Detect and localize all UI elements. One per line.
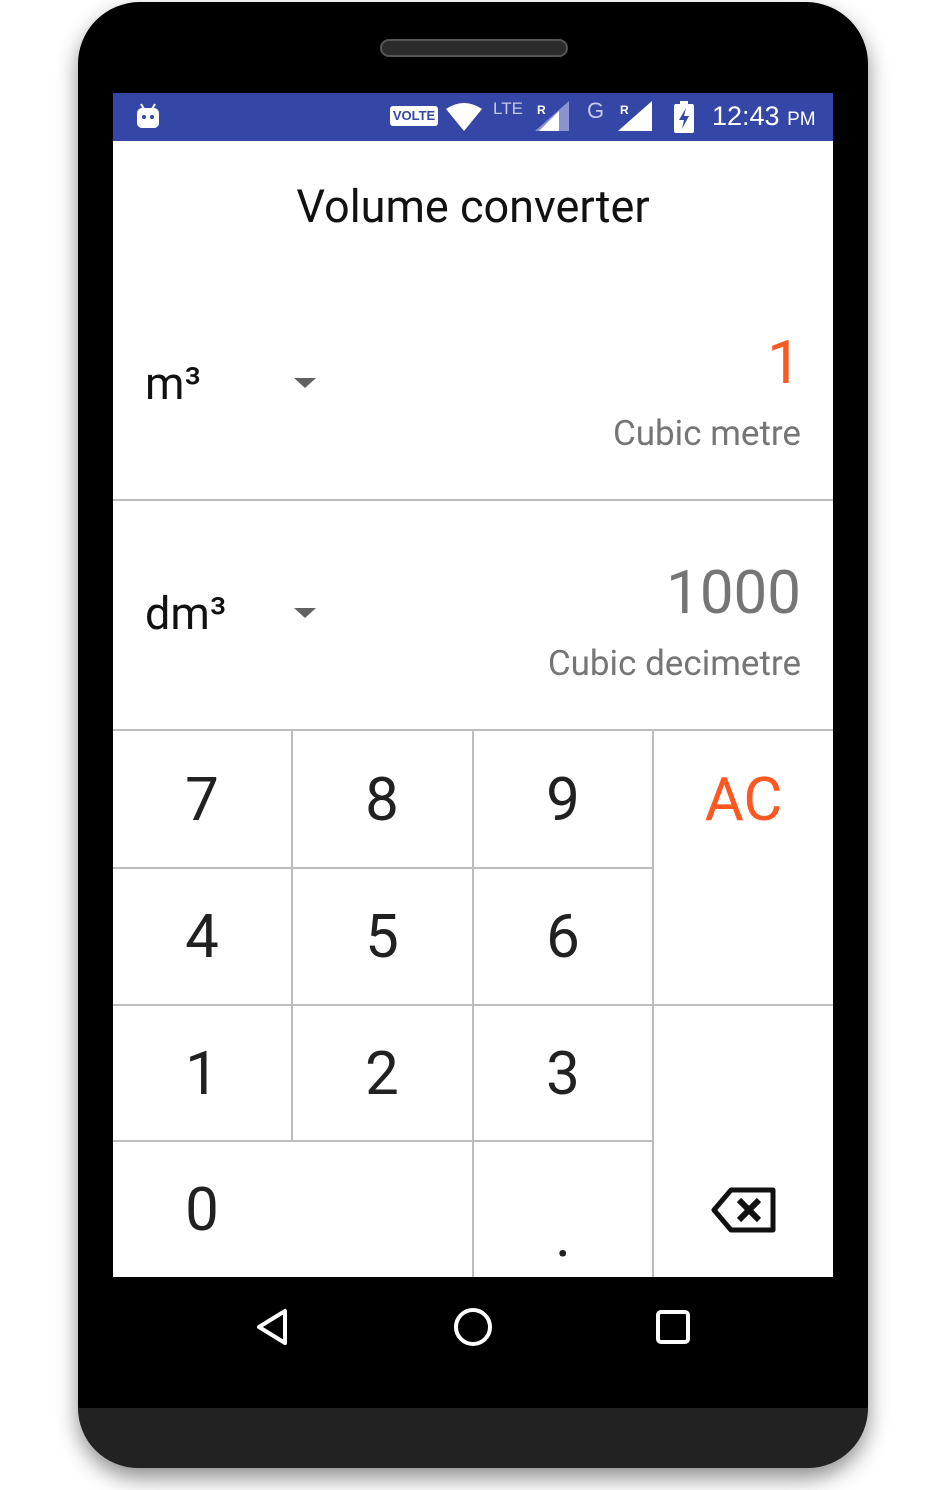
backspace-button[interactable] bbox=[654, 1142, 833, 1277]
roaming-indicator-1: R bbox=[537, 103, 546, 117]
key-0[interactable]: 0 bbox=[113, 1142, 291, 1277]
back-icon bbox=[257, 1309, 287, 1345]
navigation-bar bbox=[113, 1277, 833, 1377]
grid-divider bbox=[291, 731, 293, 1142]
recents-icon bbox=[656, 1310, 690, 1344]
from-value[interactable]: 1 bbox=[767, 327, 801, 398]
clock-time: 12:43 bbox=[712, 101, 780, 131]
to-value[interactable]: 1000 bbox=[666, 557, 801, 628]
key-4[interactable]: 4 bbox=[113, 869, 291, 1004]
to-unit-dropdown[interactable]: dm³ bbox=[145, 573, 325, 653]
grid-divider bbox=[113, 1004, 833, 1006]
from-unit-row: m³ 1 Cubic metre bbox=[113, 303, 833, 501]
to-unit-symbol: dm³ bbox=[145, 586, 227, 640]
to-unit-row: dm³ 1000 Cubic decimetre bbox=[113, 501, 833, 731]
clear-button[interactable]: AC bbox=[654, 731, 833, 867]
from-unit-name: Cubic metre bbox=[612, 413, 801, 454]
roaming-indicator-2: R bbox=[620, 103, 629, 117]
key-3[interactable]: 3 bbox=[474, 1006, 652, 1140]
grid-divider bbox=[113, 867, 652, 869]
key-7[interactable]: 7 bbox=[113, 731, 291, 867]
backspace-icon bbox=[711, 1187, 775, 1232]
screen: VOLTE LTE R G R 12:43 PM Volume converte… bbox=[113, 93, 833, 1277]
phone-chin bbox=[78, 1408, 868, 1468]
grid-divider bbox=[113, 1140, 652, 1142]
clock-ampm: PM bbox=[787, 109, 816, 130]
recents-button[interactable] bbox=[641, 1299, 705, 1355]
key-1[interactable]: 1 bbox=[113, 1006, 291, 1140]
speaker-grille bbox=[380, 39, 568, 57]
battery-charging-icon bbox=[674, 101, 694, 133]
lte-label: LTE bbox=[493, 99, 523, 118]
key-6[interactable]: 6 bbox=[474, 869, 652, 1004]
key-8[interactable]: 8 bbox=[293, 731, 471, 867]
from-unit-dropdown[interactable]: m³ bbox=[145, 343, 325, 423]
page-title: Volume converter bbox=[296, 180, 650, 233]
volte-badge: VOLTE bbox=[390, 106, 438, 126]
keypad: 7 8 9 AC 4 5 6 1 2 3 0 . bbox=[113, 731, 833, 1277]
dropdown-arrow-icon bbox=[294, 608, 316, 618]
home-icon bbox=[454, 1308, 492, 1346]
key-5[interactable]: 5 bbox=[293, 869, 471, 1004]
from-unit-symbol: m³ bbox=[145, 356, 201, 410]
back-button[interactable] bbox=[241, 1299, 305, 1355]
clock: 12:43 PM bbox=[712, 101, 816, 132]
home-button[interactable] bbox=[441, 1299, 505, 1355]
key-2[interactable]: 2 bbox=[293, 1006, 471, 1140]
key-9[interactable]: 9 bbox=[474, 731, 652, 867]
android-debug-icon bbox=[137, 103, 159, 128]
key-decimal[interactable]: . bbox=[474, 1142, 652, 1277]
status-bar: VOLTE LTE R G R 12:43 PM bbox=[113, 93, 833, 141]
wifi-icon bbox=[446, 103, 482, 131]
g-network-label: G bbox=[587, 98, 605, 123]
signal-icon-sim2: R bbox=[618, 101, 652, 131]
signal-icon-sim1: R bbox=[535, 101, 569, 131]
to-unit-name: Cubic decimetre bbox=[547, 643, 801, 684]
dropdown-arrow-icon bbox=[294, 378, 316, 388]
